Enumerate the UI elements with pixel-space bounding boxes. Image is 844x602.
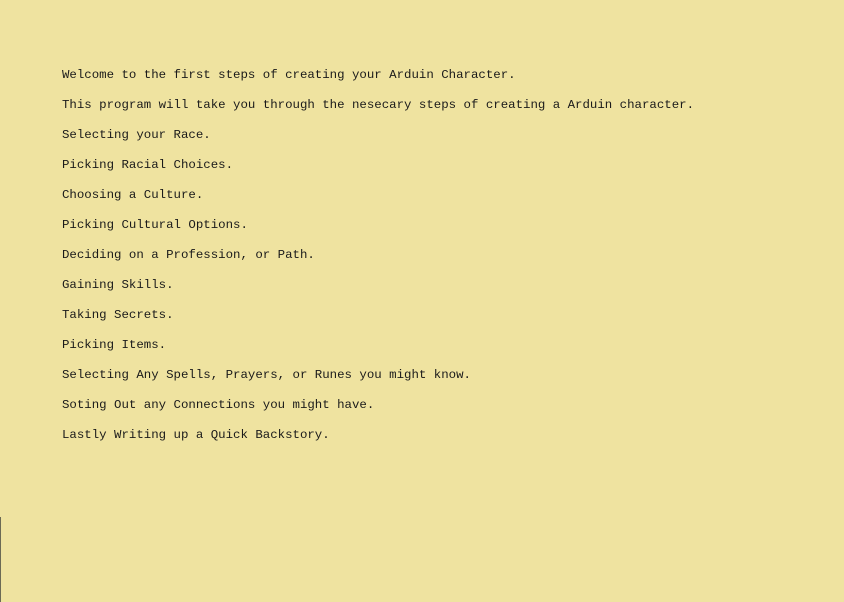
step-skills: Gaining Skills. [62, 278, 174, 292]
step-backstory: Lastly Writing up a Quick Backstory. [62, 428, 330, 442]
step-spells: Selecting Any Spells, Prayers, or Runes … [62, 368, 471, 382]
step-cultural-options: Picking Cultural Options. [62, 218, 248, 232]
welcome-line: Welcome to the first steps of creating y… [62, 68, 516, 82]
step-items: Picking Items. [62, 338, 167, 352]
step-secrets: Taking Secrets. [62, 308, 174, 322]
step-racial-choices: Picking Racial Choices. [62, 158, 234, 172]
description-line: This program will take you through the n… [62, 98, 695, 112]
step-profession: Deciding on a Profession, or Path. [62, 248, 315, 262]
intro-text-panel: Welcome to the first steps of creating y… [62, 68, 822, 458]
step-culture: Choosing a Culture. [62, 188, 204, 202]
step-connections: Soting Out any Connections you might hav… [62, 398, 375, 412]
step-race: Selecting your Race. [62, 128, 211, 142]
window-edge-divider [0, 517, 1, 602]
